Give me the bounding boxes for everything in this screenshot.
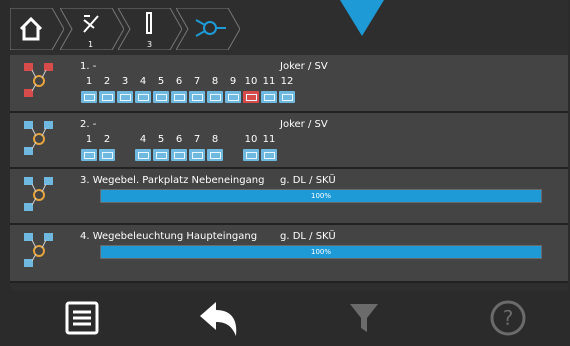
detector-box[interactable]	[153, 149, 169, 161]
zone-type: Joker / SV	[280, 61, 328, 72]
list-item[interactable]: 4. Wegebeleuchtung Haupteingang g. DL / …	[10, 225, 568, 283]
list-item[interactable]: 2. - Joker / SV 1 2 4 5 6 7 8 10 11	[10, 113, 568, 169]
zone-type: Joker / SV	[280, 119, 328, 130]
detector-box[interactable]	[81, 149, 97, 161]
help-button[interactable]: ?	[484, 296, 532, 340]
list-button[interactable]	[58, 296, 106, 340]
detector-box[interactable]	[171, 91, 187, 103]
list-item[interactable]: 1. - Joker / SV 1 2 3 4 5 6 7 8 9 10 11 …	[10, 55, 568, 113]
breadcrumb-item-3[interactable]	[176, 8, 240, 50]
zone-icon	[24, 233, 53, 267]
back-icon	[200, 302, 237, 336]
detector-box[interactable]	[207, 149, 223, 161]
zone-icon	[24, 121, 53, 155]
detector-box[interactable]	[279, 91, 295, 103]
zone-title: 2. -	[80, 119, 97, 130]
filter-icon	[350, 304, 378, 332]
network-icon	[195, 19, 226, 37]
breadcrumb-count: 3	[147, 40, 153, 49]
zone-title: 3. Wegebel. Parkplatz Nebeneingang	[80, 175, 265, 186]
breadcrumb-count: 1	[88, 40, 94, 49]
detector-box[interactable]	[207, 91, 223, 103]
zone-icon	[24, 177, 53, 211]
detector-box[interactable]	[261, 149, 277, 161]
detector-box[interactable]	[171, 149, 187, 161]
detector-box[interactable]	[243, 149, 259, 161]
progress-label: 100%	[310, 248, 331, 256]
list-item[interactable]: 3. Wegebel. Parkplatz Nebeneingang g. DL…	[10, 169, 568, 225]
pointer-indicator	[340, 0, 384, 36]
filter-button[interactable]	[340, 296, 388, 340]
zone-list: 1. - Joker / SV 1 2 3 4 5 6 7 8 9 10 11 …	[10, 55, 568, 283]
detector-box[interactable]	[135, 91, 151, 103]
breadcrumb-item-2[interactable]: 3	[118, 8, 182, 50]
progress-bar: 100%	[100, 189, 542, 203]
zone-title: 4. Wegebeleuchtung Haupteingang	[80, 231, 258, 242]
zone-title: 1. -	[80, 61, 97, 72]
detector-box[interactable]	[153, 91, 169, 103]
scissor-icon	[83, 15, 99, 33]
svg-text:?: ?	[503, 306, 514, 330]
zone-type: g. DL / SKÜ	[280, 231, 336, 242]
list-icon	[65, 301, 99, 335]
bar-icon	[146, 12, 152, 34]
detector-box[interactable]	[117, 91, 133, 103]
detector-box[interactable]	[189, 91, 205, 103]
detector-box-alarm[interactable]	[243, 91, 259, 103]
home-icon	[19, 16, 43, 41]
detector-box[interactable]	[225, 91, 241, 103]
detector-box[interactable]	[99, 149, 115, 161]
detector-box[interactable]	[81, 91, 97, 103]
zone-icon	[24, 63, 53, 97]
breadcrumb-home[interactable]	[10, 8, 64, 50]
detector-box[interactable]	[261, 91, 277, 103]
help-icon: ?	[490, 300, 526, 336]
detector-box[interactable]	[189, 149, 205, 161]
back-button[interactable]	[196, 296, 244, 340]
progress-label: 100%	[310, 192, 331, 200]
progress-bar: 100%	[100, 245, 542, 259]
breadcrumb-item-1[interactable]: 1	[60, 8, 124, 50]
zone-type: g. DL / SKÜ	[280, 175, 336, 186]
detector-box[interactable]	[135, 149, 151, 161]
bottom-toolbar: ?	[10, 290, 568, 346]
detector-box[interactable]	[99, 91, 115, 103]
